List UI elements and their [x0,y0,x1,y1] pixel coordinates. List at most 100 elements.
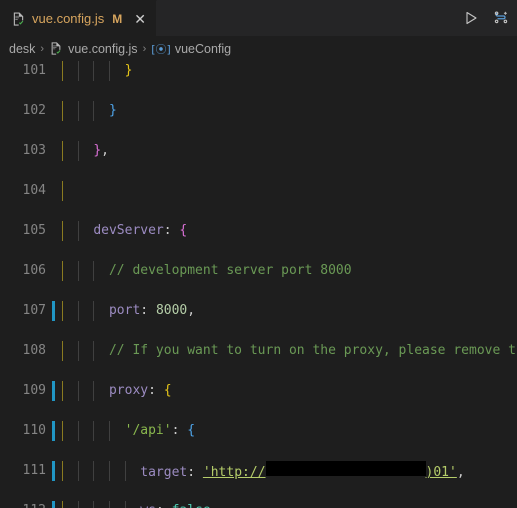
code-token: : [171,423,188,438]
code-text: // If you want to turn on the proxy, ple… [62,341,517,361]
code-text: '/api': { [62,421,195,441]
code-line[interactable]: 102 } [0,101,517,121]
code-line[interactable]: 104 [0,181,517,201]
code-token: } [93,143,102,158]
tab-dirty-indicator: M [112,11,123,26]
code-token: 'http:// [202,465,266,480]
breadcrumb-separator: › [142,42,147,55]
breadcrumb-label: desk [9,41,36,56]
code-editor[interactable]: 101 } 102 } 103 }, 104 105 devServer: {106 /… [0,61,517,508]
line-number: 102 [22,103,46,118]
code-token: { [163,383,172,398]
js-file-icon [11,11,26,27]
code-token: { [179,223,188,238]
code-text: proxy: { [62,381,172,401]
tab-label: vue.config.js [32,11,105,26]
code-token: '/api' [124,423,172,438]
line-number: 103 [22,143,46,158]
git-modified-indicator [52,421,55,441]
code-line[interactable]: 103 }, [0,141,517,161]
code-token: target [140,465,188,480]
line-number: 106 [22,263,46,278]
code-line[interactable]: 109 proxy: { [0,381,517,401]
code-token: ws [140,503,156,508]
close-icon[interactable]: ✕ [134,12,146,26]
code-token: : [140,303,156,318]
git-modified-indicator [52,501,55,508]
breadcrumb-item-file[interactable]: vue.config.js [49,41,138,57]
line-number: 101 [22,63,46,78]
code-token: devServer [93,223,164,238]
line-number: 111 [22,463,46,478]
code-line[interactable]: 101 } [0,61,517,81]
code-token: false [172,503,211,508]
breadcrumb: desk › vue.config.js › [⦿] vueConfig [0,36,517,61]
code-token: : [156,503,172,508]
code-token: : [187,465,203,480]
code-line[interactable]: 106 // development server port 8000 [0,261,517,281]
code-line[interactable]: 111 target: 'http:// )01', [0,461,517,481]
git-modified-indicator [52,461,55,481]
code-text: }, [62,141,109,161]
redacted-url [265,461,426,476]
code-token: , [187,303,196,318]
code-token: , [101,143,109,158]
code-text: // development server port 8000 [62,261,352,281]
code-token: , [211,503,219,508]
code-text: target: 'http:// )01', [62,461,465,483]
git-modified-indicator [52,381,55,401]
code-token: // development server port 8000 [62,263,352,278]
tab-vue-config-js[interactable]: vue.config.js M ✕ [0,0,157,36]
line-number: 104 [22,183,46,198]
code-token: { [187,423,196,438]
code-line[interactable]: 108 // If you want to turn on the proxy,… [0,341,517,361]
line-number: 112 [0,501,46,508]
breadcrumb-item-desk[interactable]: desk [9,42,35,56]
code-text: ws: false, [62,501,219,508]
code-flow-icon [494,11,508,24]
run-code-button[interactable] [461,8,481,28]
split-editor-button[interactable] [491,8,511,28]
breadcrumb-item-symbol[interactable]: [⦿] vueConfig [151,41,231,57]
breadcrumb-separator: › [40,42,45,55]
code-token: 8000 [155,303,188,318]
breadcrumb-label: vueConfig [174,41,232,56]
code-text: port: 8000, [62,301,195,321]
code-text: devServer: { [62,221,187,241]
editor-tab-bar: vue.config.js M ✕ [0,0,517,36]
line-number: 108 [22,343,46,358]
indent-guides [0,181,517,201]
code-token: // If you want to turn on the proxy, ple… [62,343,517,358]
code-text: } [62,61,133,81]
code-line[interactable]: 112 ws: false, [0,501,517,508]
line-number: 105 [22,223,46,238]
code-line[interactable]: 107 port: 8000, [0,301,517,321]
code-token: proxy [108,383,149,398]
code-token: : [163,223,180,238]
editor-actions [461,0,511,36]
line-number: 109 [22,383,46,398]
code-token: : [148,383,164,398]
code-line[interactable]: 105 devServer: { [0,221,517,241]
symbol-variable-icon: [⦿] [151,42,171,56]
code-token: } [108,103,117,118]
code-token: port [108,303,141,318]
code-line[interactable]: 110 '/api': { [0,421,517,441]
js-file-icon [49,41,64,57]
line-number: 110 [22,423,46,438]
breadcrumb-label: vue.config.js [68,41,138,56]
play-triangle-icon [466,11,477,25]
git-modified-indicator [52,301,55,321]
code-token: } [124,63,133,78]
code-token: , [456,465,465,480]
code-token: )01' [425,465,457,480]
